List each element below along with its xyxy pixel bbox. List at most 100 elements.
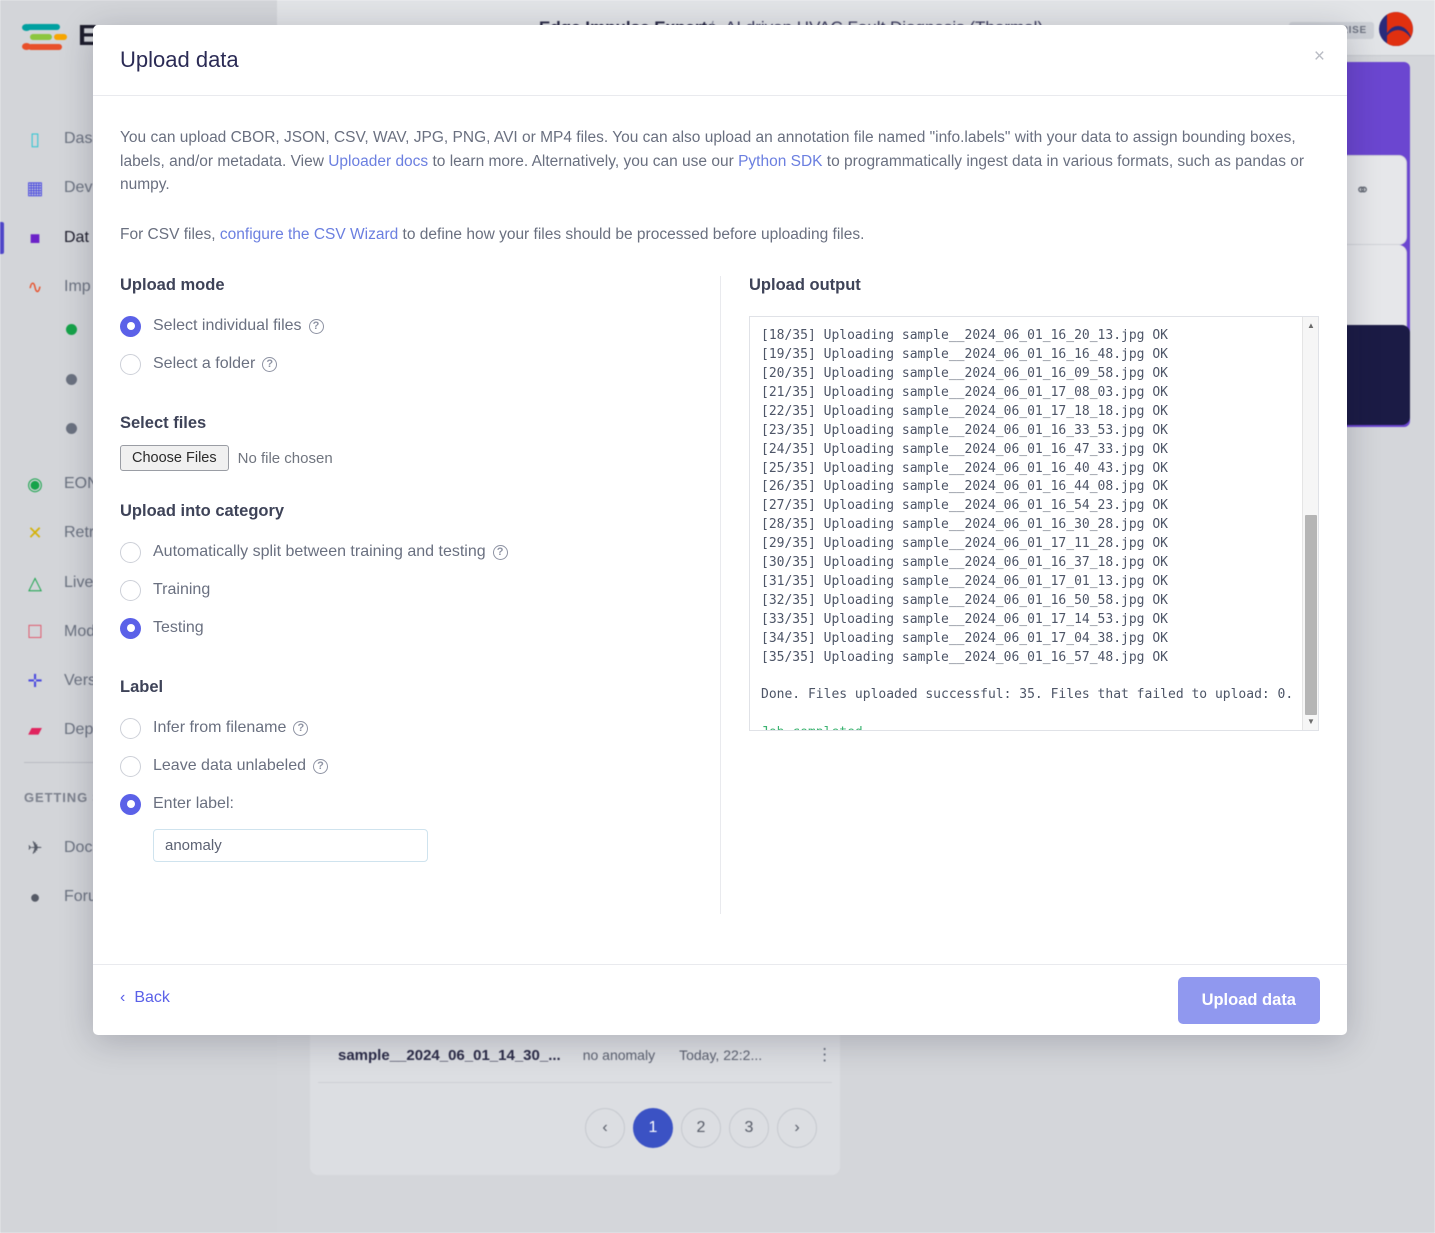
log-line: [27/35] Uploading sample__2024_06_01_16_… [761, 498, 1168, 514]
pagination: ‹ 1 2 3 › [585, 1108, 817, 1148]
radio-indicator[interactable] [120, 617, 141, 639]
back-button[interactable]: ‹ Back [120, 989, 170, 1007]
dashboard-icon: ▯ [30, 128, 40, 149]
sidebar-item-label: Dev [64, 179, 93, 196]
upload-category-heading: Upload into category [120, 502, 285, 521]
log-line: [26/35] Uploading sample__2024_06_01_16_… [761, 479, 1168, 495]
radio-label: Select individual files ? [153, 317, 324, 335]
log-line: [32/35] Uploading sample__2024_06_01_16_… [761, 592, 1168, 608]
help-icon[interactable]: ? [492, 544, 508, 560]
scroll-down-arrow-icon[interactable]: ▼ [1303, 713, 1318, 730]
app-logo[interactable]: E [22, 20, 97, 53]
radio-text: Testing [153, 619, 204, 637]
scroll-up-arrow-icon[interactable]: ▲ [1303, 317, 1318, 334]
upload-output-column: Upload output [18/35] Uploading sample__… [720, 276, 1319, 915]
sample-filename: sample__2024_06_01_14_30_... [338, 1046, 561, 1064]
radio-enter-label[interactable]: Enter label: [120, 785, 690, 823]
radio-infer-from-filename[interactable]: Infer from filename ? [120, 709, 690, 747]
help-icon[interactable]: ? [293, 720, 309, 736]
upload-data-button[interactable]: Upload data [1177, 977, 1320, 1024]
intro-text-b: to learn more. Alternatively, you can us… [428, 152, 739, 170]
log-line: [31/35] Uploading sample__2024_06_01_17_… [761, 573, 1168, 589]
row-menu-icon[interactable]: ⋮ [816, 1045, 834, 1065]
radio-text: Automatically split between training and… [153, 543, 486, 561]
table-row[interactable]: sample__2024_06_01_14_30_... no anomaly … [310, 1035, 840, 1075]
upload-data-modal: Upload data × You can upload CBOR, JSON,… [93, 25, 1347, 1035]
radio-training[interactable]: Training [120, 571, 690, 609]
radio-select-individual-files[interactable]: Select individual files ? [120, 307, 690, 345]
upload-form-column: Upload mode Select individual files ? Se… [120, 276, 720, 914]
rocket-icon: ✈ [27, 837, 43, 858]
radio-indicator[interactable] [120, 717, 141, 739]
modal-columns: Upload mode Select individual files ? Se… [120, 276, 1320, 915]
modal-footer: ‹ Back Upload data [93, 964, 1347, 1035]
sidebar-item-label: Dat [64, 229, 89, 246]
radio-text: Leave data unlabeled [153, 757, 307, 775]
sidebar-item-label: Mod [64, 623, 96, 640]
upload-output-log: [18/35] Uploading sample__2024_06_01_16_… [750, 317, 1302, 730]
csv-text-a: For CSV files, [120, 225, 220, 243]
uploader-docs-link[interactable]: Uploader docs [328, 153, 428, 170]
radio-label: Automatically split between training and… [153, 543, 508, 561]
modal-title: Upload data [120, 47, 239, 72]
log-line: [33/35] Uploading sample__2024_06_01_17_… [761, 611, 1168, 627]
log-line: [21/35] Uploading sample__2024_06_01_17_… [761, 384, 1168, 400]
radio-indicator[interactable] [120, 793, 141, 815]
compass-icon: ◉ [27, 473, 43, 494]
pagination-page-1[interactable]: 1 [633, 1108, 673, 1148]
retrain-shuffle-icon: ✕ [27, 522, 43, 543]
intro-paragraph-2: For CSV files, configure the CSV Wizard … [120, 223, 1315, 247]
radio-testing[interactable]: Testing [120, 609, 690, 647]
radio-leave-unlabeled[interactable]: Leave data unlabeled ? [120, 747, 690, 785]
back-button-label: Back [134, 989, 170, 1006]
python-sdk-link[interactable]: Python SDK [738, 153, 822, 170]
csv-text-b: to define how your files should be proce… [398, 225, 865, 243]
user-avatar[interactable] [1379, 12, 1413, 46]
chevron-left-icon: ‹ [120, 989, 126, 1006]
sidebar-substep-dot[interactable] [66, 324, 77, 335]
upload-output-heading: Upload output [749, 276, 861, 295]
log-line: [18/35] Uploading sample__2024_06_01_16_… [761, 328, 1168, 344]
pagination-page-2[interactable]: 2 [681, 1108, 721, 1148]
scrollbar-thumb[interactable] [1305, 515, 1317, 716]
choose-files-button[interactable]: Choose Files [120, 445, 229, 472]
console-scrollbar[interactable]: ▲ ▼ [1302, 317, 1318, 731]
radio-indicator[interactable] [120, 353, 141, 375]
modal-header: Upload data × [93, 25, 1347, 96]
radio-indicator[interactable] [120, 579, 141, 601]
pagination-next-button[interactable]: › [777, 1108, 817, 1148]
radio-indicator[interactable] [120, 755, 141, 777]
impulse-wave-icon: ∿ [27, 276, 43, 297]
radio-text: Select individual files [153, 317, 302, 335]
sidebar-item-label: Imp [64, 278, 91, 295]
radio-label: Training [153, 581, 210, 599]
help-icon[interactable]: ? [313, 758, 329, 774]
upload-output-console[interactable]: [18/35] Uploading sample__2024_06_01_16_… [749, 316, 1319, 732]
label-input[interactable] [153, 829, 428, 863]
upload-mode-heading: Upload mode [120, 276, 225, 295]
radio-label: Select a folder ? [153, 355, 278, 373]
versioning-branch-icon: ✛ [27, 670, 43, 691]
sidebar-item-label: Das [64, 130, 93, 147]
radio-text: Enter label: [153, 795, 234, 813]
file-picker[interactable]: Choose Files No file chosen [120, 445, 690, 472]
help-icon[interactable]: ? [262, 356, 278, 372]
radio-select-a-folder[interactable]: Select a folder ? [120, 345, 690, 383]
csv-wizard-link[interactable]: configure the CSV Wizard [220, 226, 398, 243]
help-icon[interactable]: ? [308, 318, 324, 334]
close-icon[interactable]: × [1314, 47, 1325, 66]
sidebar-item-label: Foru [64, 888, 97, 905]
radio-auto-split[interactable]: Automatically split between training and… [120, 533, 690, 571]
sidebar-item-label: Retr [64, 524, 95, 541]
radio-indicator[interactable] [120, 315, 141, 337]
deployment-box-icon: ▰ [28, 719, 42, 740]
pagination-page-3[interactable]: 3 [729, 1108, 769, 1148]
live-classification-icon: △ [28, 572, 42, 593]
radio-indicator[interactable] [120, 541, 141, 563]
database-icon: ■ [29, 227, 41, 248]
sidebar-substep-dot[interactable] [66, 374, 77, 385]
sidebar-item-label: Vers [64, 672, 97, 689]
pagination-prev-button[interactable]: ‹ [585, 1108, 625, 1148]
sidebar-substep-dot[interactable] [66, 423, 77, 434]
log-line: [25/35] Uploading sample__2024_06_01_16_… [761, 460, 1168, 476]
